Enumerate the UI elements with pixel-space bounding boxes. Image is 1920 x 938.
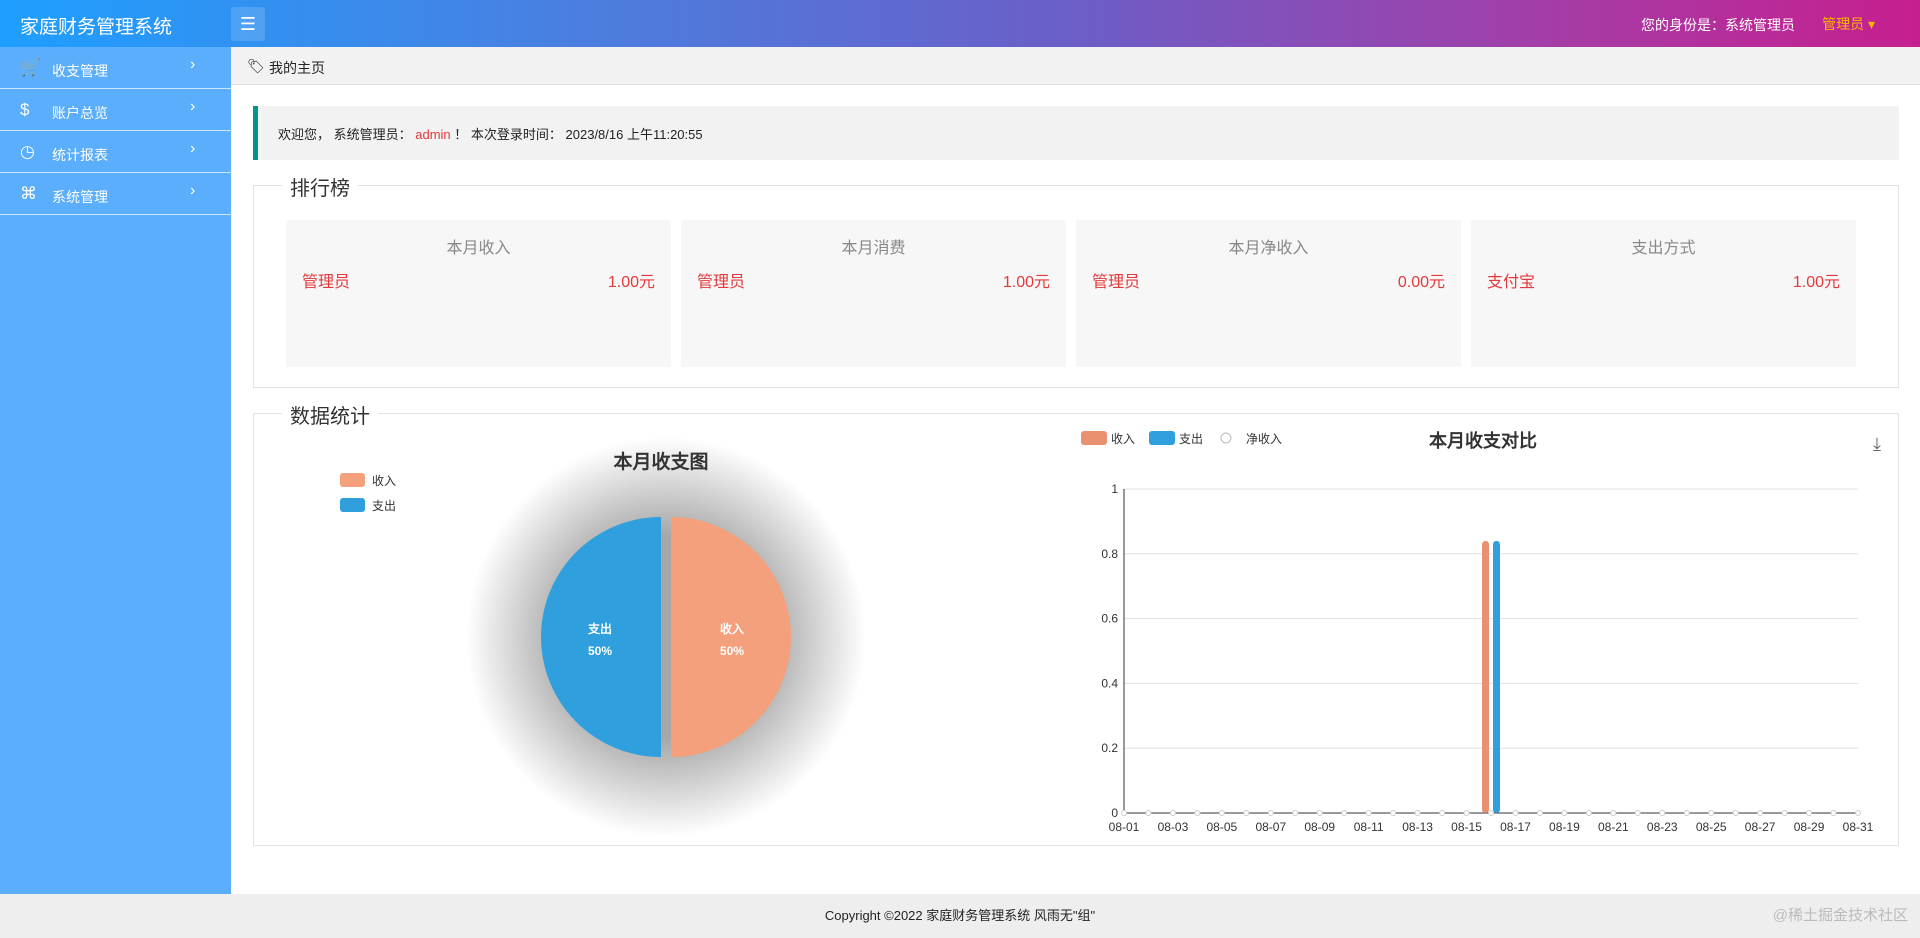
x-tick-label: 08-23 <box>1647 820 1678 834</box>
net-income-point <box>1757 810 1764 816</box>
legend-swatch <box>1081 431 1107 445</box>
x-tick-label: 08-15 <box>1451 820 1482 834</box>
net-income-point <box>1145 810 1152 816</box>
net-income-point <box>1439 810 1446 816</box>
legend-swatch <box>340 498 365 512</box>
net-income-point <box>1536 810 1543 816</box>
net-income-point <box>1830 810 1837 816</box>
legend-swatch <box>340 473 365 487</box>
legend-label: 支出 <box>1179 432 1203 446</box>
x-tick-label: 08-03 <box>1158 820 1189 834</box>
y-tick-label: 0.8 <box>1101 547 1118 561</box>
net-income-point <box>1316 810 1323 816</box>
net-income-point <box>1292 810 1299 816</box>
x-tick-label: 08-07 <box>1255 820 1286 834</box>
net-income-point <box>1683 810 1690 816</box>
net-income-point <box>1659 810 1666 816</box>
net-income-point <box>1512 810 1519 816</box>
net-income-point <box>1463 810 1470 816</box>
net-income-point <box>1169 810 1176 816</box>
net-income-point <box>1634 810 1641 816</box>
x-tick-label: 08-31 <box>1843 820 1874 834</box>
charts-layer: 本月收支图收入支出收入50%支出50%本月收支对比 ⤓收入 支出 净收入00.20.4… <box>340 430 1881 837</box>
net-income-point <box>1218 810 1225 816</box>
legend-swatch <box>1149 431 1175 445</box>
slice-label: 收入 <box>720 621 744 636</box>
legend-label: 收入 <box>1111 432 1135 446</box>
pie-shadow <box>466 437 866 837</box>
net-income-point <box>1855 810 1861 816</box>
net-income-point <box>1243 810 1250 816</box>
legend-label: 收入 <box>372 474 396 488</box>
y-tick-label: 0.4 <box>1101 676 1118 690</box>
x-tick-label: 08-25 <box>1696 820 1727 834</box>
net-income-point <box>1267 810 1274 816</box>
x-tick-label: 08-17 <box>1500 820 1531 834</box>
net-income-point <box>1390 810 1397 816</box>
x-tick-label: 08-09 <box>1304 820 1335 834</box>
net-income-point <box>1121 810 1127 816</box>
bar-expense <box>1493 540 1500 813</box>
y-tick-label: 1 <box>1111 482 1118 496</box>
net-income-point <box>1341 810 1348 816</box>
x-tick-label: 08-21 <box>1598 820 1629 834</box>
x-tick-label: 08-27 <box>1745 820 1776 834</box>
y-tick-label: 0 <box>1111 806 1118 820</box>
net-income-point <box>1708 810 1715 816</box>
footer: Copyright ©2022 家庭财务管理系统 风雨无"组" @稀土掘金技术社… <box>0 894 1920 938</box>
x-tick-label: 08-05 <box>1207 820 1238 834</box>
net-income-point <box>1781 810 1788 816</box>
bar-chart-title: 本月收支对比 <box>1429 430 1537 451</box>
copyright-text: Copyright ©2022 家庭财务管理系统 风雨无"组" <box>824 908 1096 923</box>
net-income-point <box>1365 810 1372 816</box>
legend-label: 支出 <box>372 499 396 513</box>
net-income-point <box>1585 810 1592 816</box>
x-tick-label: 08-11 <box>1354 820 1384 834</box>
slice-percent: 50% <box>720 644 744 658</box>
legend-line-marker <box>1220 432 1232 444</box>
slice-percent: 50% <box>588 644 612 658</box>
watermark: @稀土掘金技术社区 <box>1772 907 1908 924</box>
slice-label: 支出 <box>587 621 612 636</box>
net-income-point <box>1610 810 1617 816</box>
net-income-point <box>1488 810 1494 816</box>
net-income-point <box>1732 810 1739 816</box>
pie-title: 本月收支图 <box>613 450 708 473</box>
download-icon: ⤓ <box>1873 434 1881 454</box>
net-income-point <box>1561 810 1568 816</box>
net-income-point <box>1414 810 1421 816</box>
x-tick-label: 08-01 <box>1109 820 1140 834</box>
net-income-point <box>1194 810 1201 816</box>
y-tick-label: 0.6 <box>1101 612 1118 626</box>
x-tick-label: 08-19 <box>1549 820 1580 834</box>
x-tick-label: 08-29 <box>1794 820 1825 834</box>
net-income-point <box>1806 810 1813 816</box>
legend-label: 净收入 <box>1246 432 1282 446</box>
y-tick-label: 0.2 <box>1101 741 1118 755</box>
x-tick-label: 08-13 <box>1402 820 1433 834</box>
bar-income <box>1482 540 1489 813</box>
